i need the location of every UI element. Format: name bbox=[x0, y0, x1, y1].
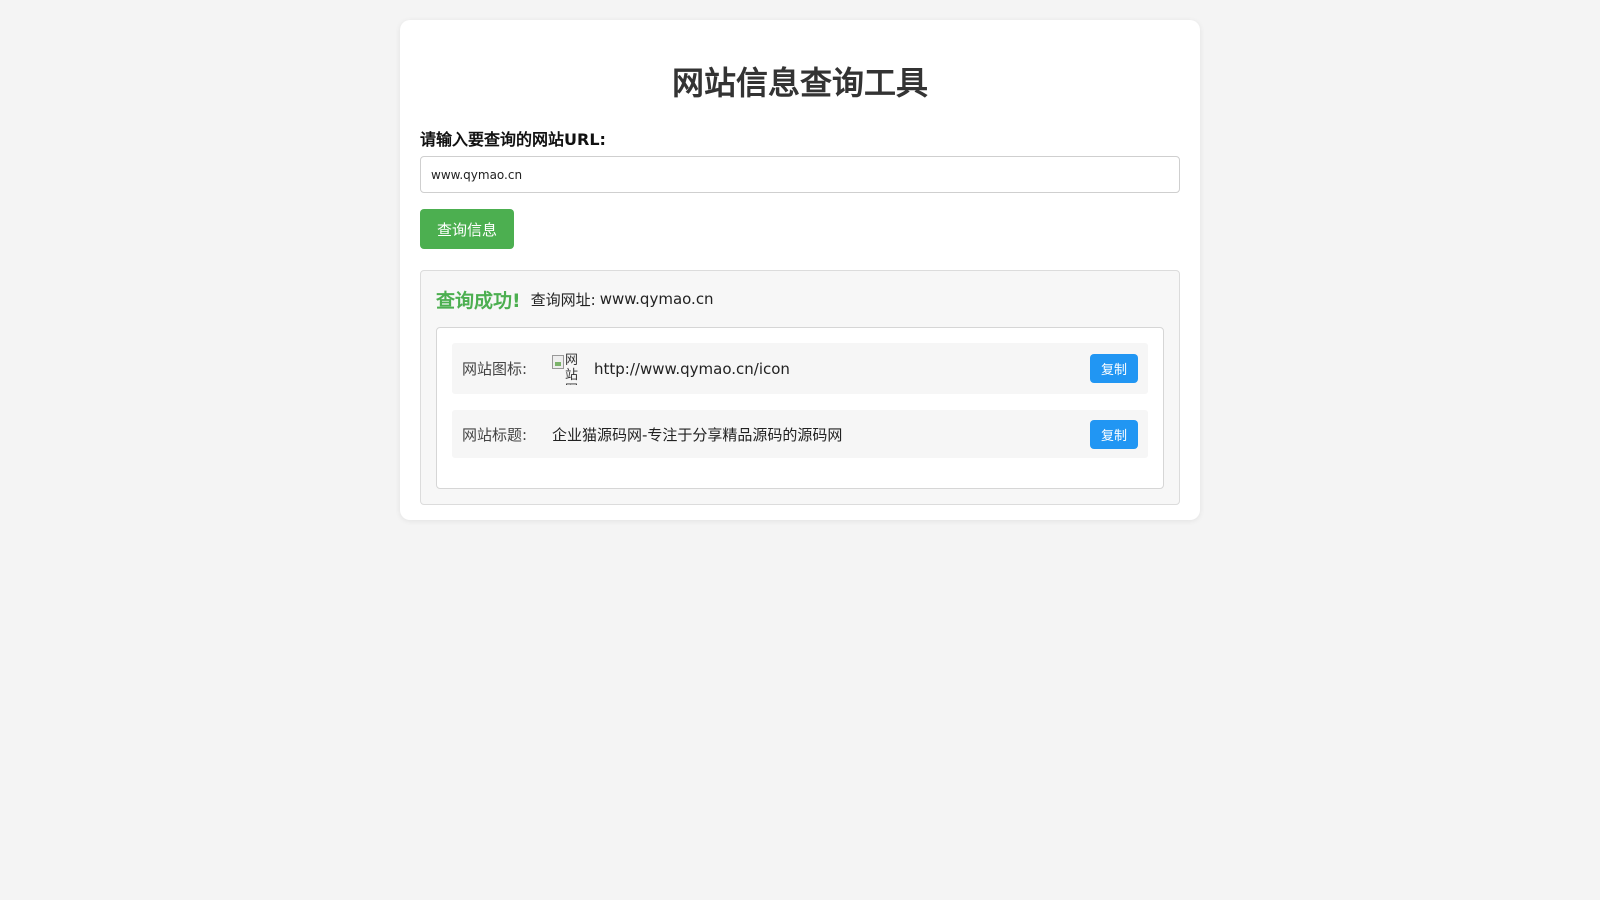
url-input[interactable] bbox=[420, 156, 1180, 193]
title-row: 网站标题: 企业猫源码网-专注于分享精品源码的源码网 复制 bbox=[452, 410, 1148, 458]
result-details-box: 网站图标: 网站图 http://www.qymao.cn/icon 复制 网站… bbox=[436, 327, 1164, 489]
favicon-alt-text: 网站图 bbox=[565, 352, 579, 385]
copy-title-button[interactable]: 复制 bbox=[1090, 419, 1138, 449]
favicon-row: 网站图标: 网站图 http://www.qymao.cn/icon 复制 bbox=[452, 343, 1148, 394]
site-title-value: 企业猫源码网-专注于分享精品源码的源码网 bbox=[552, 425, 843, 444]
copy-favicon-button[interactable]: 复制 bbox=[1090, 354, 1138, 383]
main-card: 网站信息查询工具 请输入要查询的网站URL: 查询信息 查询成功! 查询网址: … bbox=[400, 20, 1200, 520]
result-header: 查询成功! 查询网址: www.qymao.cn bbox=[436, 271, 1164, 327]
site-title-label: 网站标题: bbox=[462, 425, 528, 444]
query-button[interactable]: 查询信息 bbox=[420, 209, 514, 249]
broken-image-icon bbox=[552, 354, 564, 369]
queried-url-value: www.qymao.cn bbox=[599, 290, 714, 308]
result-panel: 查询成功! 查询网址: www.qymao.cn 网站图标: 网站图 http:… bbox=[420, 270, 1180, 505]
favicon-image: 网站图 bbox=[552, 353, 584, 385]
success-message: 查询成功! bbox=[436, 289, 521, 312]
queried-url-label: 查询网址: bbox=[530, 290, 596, 309]
favicon-label: 网站图标: bbox=[462, 360, 528, 378]
url-input-label: 请输入要查询的网站URL: bbox=[420, 130, 606, 149]
page-title: 网站信息查询工具 bbox=[671, 64, 928, 102]
favicon-url-value: http://www.qymao.cn/icon bbox=[594, 359, 790, 378]
